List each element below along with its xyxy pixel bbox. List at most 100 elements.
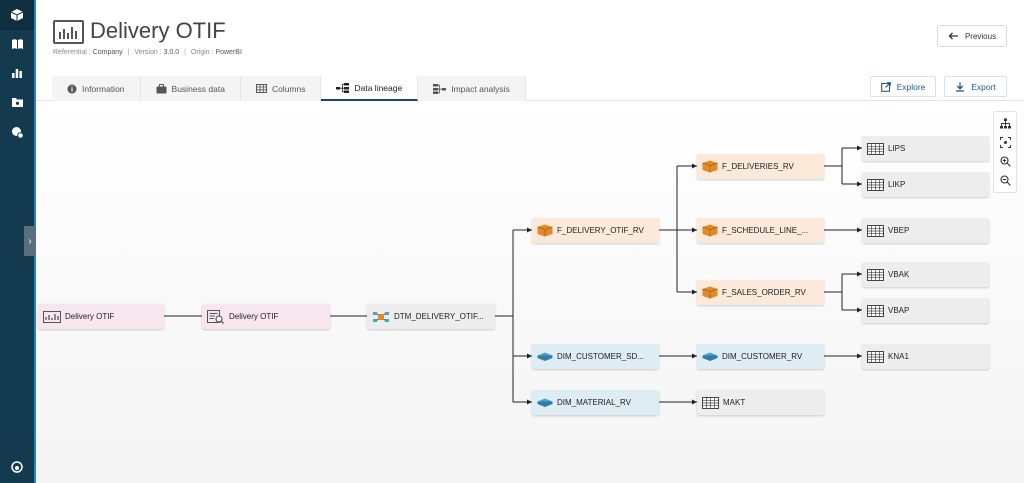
- lineage-node-f-schedule-line[interactable]: F_SCHEDULE_LINE_...: [697, 218, 824, 243]
- lineage-node-likp[interactable]: LIKP: [862, 172, 989, 197]
- export-button-label: Export: [971, 81, 996, 92]
- referential-label: Referential :: [53, 49, 91, 56]
- folder-icon: [11, 97, 23, 107]
- tab-business-data[interactable]: Business data: [140, 76, 241, 101]
- impact-icon: [433, 83, 447, 94]
- table-icon: [702, 396, 719, 409]
- zoom-out-icon: [999, 175, 1011, 186]
- table-icon: [867, 350, 884, 363]
- report-icon: [53, 20, 84, 44]
- lineage-node-makt[interactable]: MAKT: [697, 390, 824, 415]
- node-label: VBAK: [888, 270, 910, 279]
- briefcase-icon: [156, 83, 167, 93]
- lineage-node-lips[interactable]: LIPS: [862, 136, 989, 161]
- focus-icon: [999, 137, 1011, 148]
- datamart-icon: [373, 311, 389, 322]
- export-button[interactable]: Export: [944, 76, 1007, 97]
- node-label: DIM_CUSTOMER_RV: [722, 352, 803, 361]
- box-table-icon: [702, 224, 718, 237]
- lineage-node-f-deliveries[interactable]: F_DELIVERIES_RV: [697, 154, 824, 179]
- version-value: 3.0.0: [163, 49, 180, 56]
- node-label: Delivery OTIF: [229, 312, 279, 321]
- arrow-left-icon: [948, 32, 958, 40]
- node-label: VBAP: [888, 306, 910, 315]
- box-table-icon: [537, 224, 553, 237]
- tab-label: Information: [82, 83, 125, 94]
- hierarchy-layout-button[interactable]: [997, 116, 1013, 132]
- zoom-in-button[interactable]: [997, 154, 1013, 170]
- sidebar-item-reports[interactable]: [0, 61, 34, 85]
- lineage-node-kna1[interactable]: KNA1: [862, 344, 989, 369]
- sidebar-item-catalog[interactable]: [0, 32, 34, 56]
- box-logo-icon: [10, 9, 24, 21]
- dimension-icon: [537, 398, 553, 407]
- lineage-node-report[interactable]: Delivery OTIF: [38, 304, 164, 329]
- zoom-in-icon: [999, 156, 1011, 167]
- tab-columns[interactable]: Columns: [240, 76, 322, 101]
- node-label: VBEP: [888, 226, 910, 235]
- origin-value: PowerBI: [215, 49, 242, 56]
- previous-button-label: Previous: [964, 31, 997, 41]
- node-label: LIKP: [888, 180, 906, 189]
- app-logo[interactable]: [0, 0, 34, 30]
- support-icon: [11, 461, 23, 473]
- version-label: Version :: [134, 49, 162, 56]
- table-icon: [867, 178, 884, 191]
- lineage-node-vbak[interactable]: VBAK: [862, 262, 989, 287]
- table-icon: [867, 142, 884, 155]
- node-label: LIPS: [888, 144, 906, 153]
- node-label: F_DELIVERIES_RV: [722, 162, 794, 171]
- book-icon: [11, 39, 23, 49]
- fit-to-screen-button[interactable]: [997, 135, 1013, 151]
- box-table-icon: [702, 160, 718, 173]
- box-table-icon: [702, 286, 718, 299]
- external-link-icon: [880, 81, 891, 92]
- explore-button-label: Explore: [896, 81, 926, 92]
- lineage-node-dataset[interactable]: Delivery OTIF: [202, 304, 330, 329]
- tab-label: Business data: [171, 83, 225, 94]
- page-title: Delivery OTIF: [90, 18, 226, 43]
- node-label: DIM_CUSTOMER_SD...: [557, 352, 644, 361]
- origin-label: Origin :: [190, 49, 214, 56]
- dataset-search-icon: [207, 309, 224, 324]
- sidebar-item-admin[interactable]: [0, 120, 34, 144]
- lineage-node-f-delivery-otif[interactable]: F_DELIVERY_OTIF_RV: [532, 218, 659, 243]
- bar-chart-icon: [12, 69, 22, 78]
- canvas-controls: [993, 111, 1017, 193]
- tab-information[interactable]: Information: [52, 76, 141, 101]
- referential-value: Company: [92, 49, 123, 56]
- explore-button[interactable]: Explore: [870, 76, 936, 97]
- node-label: MAKT: [723, 398, 746, 407]
- lineage-node-dim-customer-sd[interactable]: DIM_CUSTOMER_SD...: [532, 344, 659, 369]
- tab-label: Columns: [271, 83, 306, 94]
- info-icon: [67, 84, 77, 93]
- tab-impact-analysis[interactable]: Impact analysis: [418, 76, 526, 101]
- node-label: KNA1: [888, 352, 909, 361]
- lineage-node-f-sales-order[interactable]: F_SALES_ORDER_RV: [697, 280, 824, 305]
- lineage-canvas[interactable]: Delivery OTIF Delivery OTIF DTM_DELIVERY…: [36, 101, 1024, 483]
- lineage-node-dtm[interactable]: DTM_DELIVERY_OTIF...: [367, 304, 495, 329]
- object-metadata: Referential : Company | Version : 3.0.0 …: [53, 49, 242, 56]
- dimension-icon: [702, 352, 718, 361]
- lineage-node-vbep[interactable]: VBEP: [862, 218, 989, 243]
- node-label: F_SALES_ORDER_RV: [722, 288, 806, 297]
- previous-button[interactable]: Previous: [937, 25, 1007, 47]
- sidebar-item-projects[interactable]: [0, 90, 34, 114]
- settings-badge-icon: [11, 126, 24, 139]
- table-icon: [867, 304, 884, 317]
- tab-label: Data lineage: [354, 82, 403, 93]
- lineage-node-dim-customer[interactable]: DIM_CUSTOMER_RV: [697, 344, 824, 369]
- zoom-out-button[interactable]: [997, 173, 1013, 189]
- node-label: F_SCHEDULE_LINE_...: [722, 226, 809, 235]
- lineage-node-vbap[interactable]: VBAP: [862, 298, 989, 323]
- sidebar-expand-handle[interactable]: ›: [24, 226, 36, 256]
- node-label: Delivery OTIF: [65, 312, 115, 321]
- lineage-icon: [336, 82, 350, 93]
- dimension-icon: [537, 352, 553, 361]
- sidebar-item-support[interactable]: [0, 455, 34, 479]
- lineage-node-dim-material[interactable]: DIM_MATERIAL_RV: [532, 390, 659, 415]
- table-icon: [255, 84, 267, 93]
- download-icon: [956, 82, 965, 92]
- node-label: F_DELIVERY_OTIF_RV: [557, 226, 644, 235]
- tab-data-lineage[interactable]: Data lineage: [321, 76, 419, 101]
